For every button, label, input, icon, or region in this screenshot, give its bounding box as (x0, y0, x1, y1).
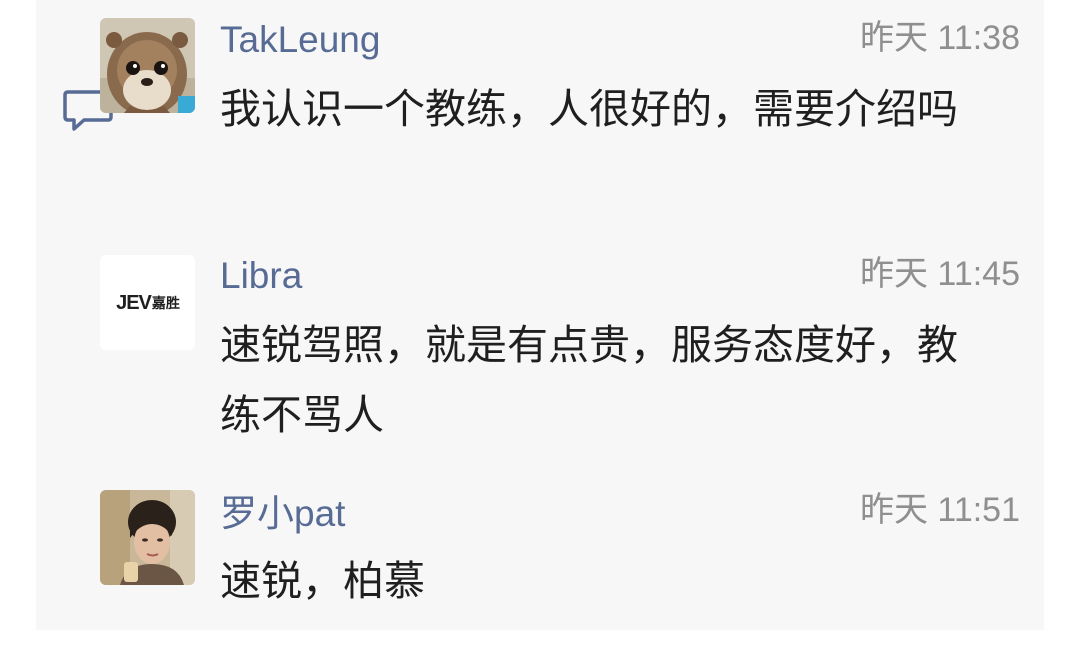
logo-tagline: 嘉胜 (151, 296, 180, 312)
comment-time: 昨天 11:51 (859, 491, 1020, 529)
comment-author[interactable]: 罗小pat (220, 494, 345, 534)
otter-avatar-image (100, 18, 195, 113)
person-avatar-image (100, 490, 195, 585)
comment-text: 速锐驾照，就是有点贵，服务态度好，教练不骂人 (220, 321, 958, 439)
avatar-takleung[interactable] (100, 18, 195, 113)
comment-time: 昨天 11:38 (859, 19, 1020, 57)
jev-logo: JEV 嘉胜 (104, 291, 192, 315)
comment-author[interactable]: TakLeung (220, 20, 380, 60)
avatar-luo-xiao-pat[interactable] (100, 490, 195, 585)
comment-text: 速锐，柏慕 (220, 557, 425, 605)
avatar-libra[interactable]: JEV 嘉胜 (100, 255, 195, 350)
comment-author[interactable]: Libra (220, 256, 302, 296)
comment-time: 昨天 11:45 (859, 255, 1020, 293)
comment-text: 我认识一个教练，人很好的，需要介绍吗 (220, 85, 958, 133)
logo-brand: JEV (116, 291, 152, 314)
